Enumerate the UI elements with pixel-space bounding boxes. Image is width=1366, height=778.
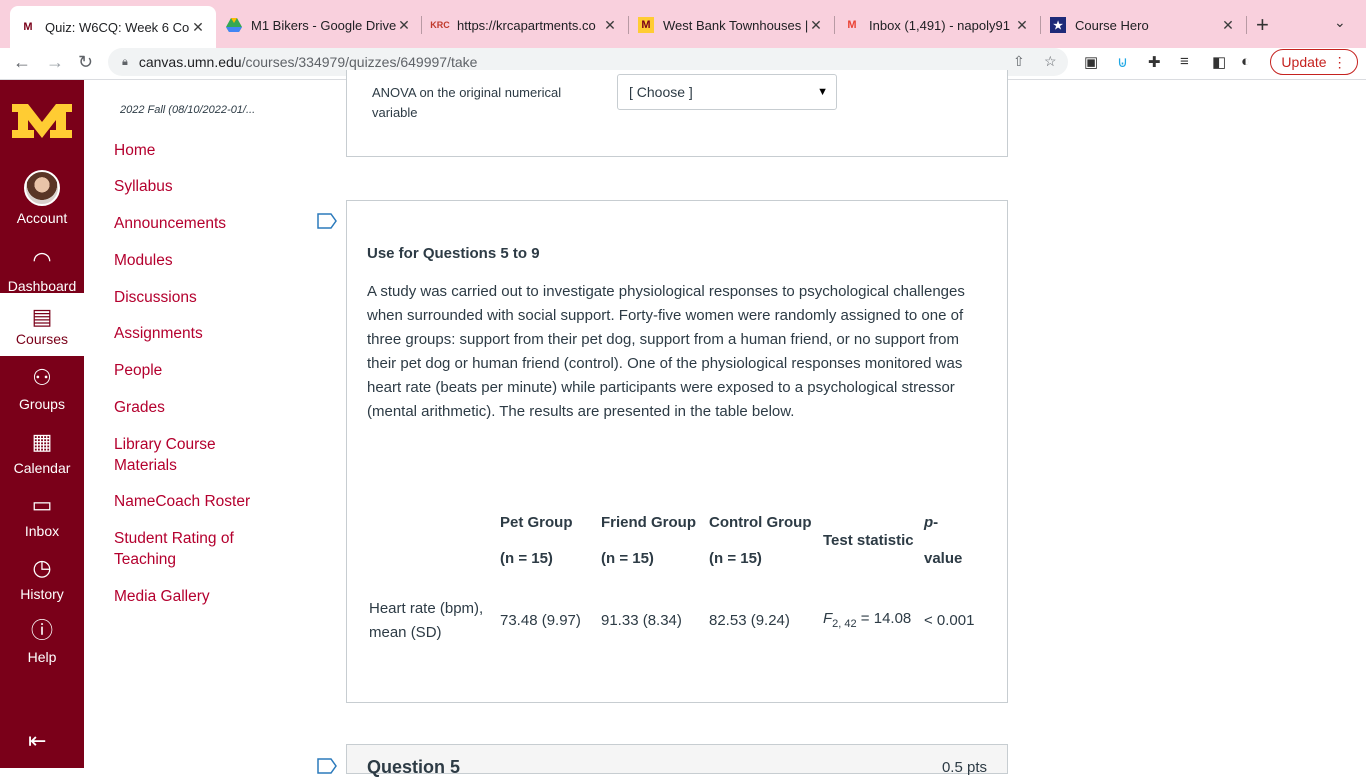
course-nav-namecoach[interactable]: NameCoach Roster — [114, 491, 250, 512]
close-tab-icon[interactable]: ✕ — [602, 17, 618, 34]
course-nav-discussions[interactable]: Discussions — [114, 287, 197, 308]
course-nav-student-rating[interactable]: Student Rating of Teaching — [114, 528, 254, 570]
course-nav-announcements[interactable]: Announcements — [114, 213, 226, 234]
close-tab-icon[interactable]: ✕ — [1014, 17, 1030, 34]
extension-icon[interactable]: ▣ — [1084, 53, 1098, 71]
reload-icon[interactable]: ↻ — [78, 52, 93, 73]
browser-tab[interactable]: ★ Course Hero ✕ — [1040, 8, 1246, 42]
answer-select[interactable]: [ Choose ] ▼ — [617, 74, 837, 110]
nav-calendar[interactable]: ▦ Calendar — [0, 428, 84, 476]
matching-row-label: ANOVA on the original numerical variable — [372, 85, 562, 120]
global-navigation: Account ◠ Dashboard ▤ Courses ⚇ Groups ▦… — [0, 80, 84, 768]
bookmark-flag-icon[interactable] — [317, 213, 337, 229]
courses-icon: ▤ — [31, 304, 53, 329]
close-tab-icon[interactable]: ✕ — [396, 17, 412, 34]
course-nav-home[interactable]: Home — [114, 140, 155, 161]
course-nav-media-gallery[interactable]: Media Gallery — [114, 586, 210, 607]
puzzle-icon[interactable]: ✚ — [1148, 53, 1161, 71]
nav-account[interactable]: Account — [0, 170, 84, 226]
table-header-row: Pet Group (n = 15) Friend Group (n = 15) C… — [367, 505, 982, 577]
back-arrow-icon[interactable]: ← — [13, 52, 31, 73]
stimulus-card: Use for Questions 5 to 9 A study was car… — [346, 200, 1008, 703]
browser-tab-bar: M Quiz: W6CQ: Week 6 Co ✕ M1 Bikers - Go… — [0, 0, 1366, 48]
bookmark-flag-icon[interactable] — [317, 758, 337, 774]
table-cell: 91.33 (8.34) — [601, 612, 682, 629]
nav-history[interactable]: ◷ History — [0, 554, 84, 602]
test-statistic-header: Test statistic — [823, 532, 914, 549]
course-nav-people[interactable]: People — [114, 360, 162, 381]
chevron-down-icon[interactable]: ⌄ — [1334, 14, 1346, 31]
course-nav-grades[interactable]: Grades — [114, 397, 165, 418]
dashboard-icon: ◠ — [32, 247, 52, 272]
lock-icon: 🔒︎ — [122, 55, 128, 68]
nav-help[interactable]: ⓘ Help — [0, 617, 84, 665]
results-table: Pet Group (n = 15) Friend Group (n = 15) C… — [367, 505, 982, 645]
browser-tab[interactable]: M1 Bikers - Google Drive ✕ — [216, 8, 422, 42]
gmail-icon: M — [847, 19, 857, 31]
course-nav-assignments[interactable]: Assignments — [114, 323, 203, 344]
stimulus-paragraph: A study was carried out to investigate p… — [367, 283, 965, 420]
nav-groups[interactable]: ⚇ Groups — [0, 364, 84, 412]
side-panel-icon[interactable]: ◧ — [1212, 53, 1226, 71]
krc-icon: KRC — [430, 20, 450, 30]
pvalue-header: p-value — [924, 514, 963, 567]
inbox-icon: ▭ — [31, 492, 53, 517]
media-controls-icon[interactable]: ≡ — [1180, 53, 1189, 70]
more-menu-icon: ⋮ — [1332, 53, 1347, 70]
table-row: Heart rate (bpm), mean (SD) 73.48 (9.97)… — [367, 597, 982, 645]
umn-logo-icon[interactable] — [10, 100, 74, 142]
close-tab-icon[interactable]: ✕ — [190, 19, 206, 36]
course-navigation: 2022 Fall (08/10/2022-01/... Home Syllab… — [84, 80, 346, 768]
test-statistic-cell: F2, 42 = 14.08 — [823, 609, 912, 630]
previous-question-card: ANOVA on the original numerical variable… — [346, 70, 1008, 157]
share-icon[interactable]: ⇧ — [1013, 53, 1025, 70]
course-hero-icon: ★ — [1050, 17, 1066, 33]
stimulus-heading: Use for Questions 5 to 9 — [367, 245, 540, 262]
update-button[interactable]: Update ⋮ — [1270, 49, 1358, 75]
umn-logo-icon: M — [638, 17, 654, 33]
row-label: Heart rate (bpm), mean (SD) — [369, 600, 484, 641]
term-label: 2022 Fall (08/10/2022-01/... — [120, 104, 256, 116]
chevron-down-icon: ▼ — [817, 86, 828, 98]
question-5-header: Question 5 0.5 pts — [346, 744, 1008, 777]
nav-courses[interactable]: ▤ Courses — [0, 293, 84, 356]
google-drive-icon — [226, 17, 242, 33]
nav-dashboard[interactable]: ◠ Dashboard — [0, 246, 84, 294]
star-icon[interactable]: ☆ — [1044, 53, 1057, 70]
browser-tab[interactable]: M Inbox (1,491) - napoly91 ✕ — [834, 8, 1040, 42]
calendar-icon: ▦ — [31, 429, 53, 454]
forward-arrow-icon[interactable]: → — [46, 52, 64, 73]
history-icon: ◷ — [32, 555, 52, 580]
new-tab-icon[interactable]: + — [1256, 12, 1269, 38]
extension-icon[interactable]: ⊍ — [1117, 53, 1128, 71]
nav-inbox[interactable]: ▭ Inbox — [0, 491, 84, 539]
table-cell: 73.48 (9.97) — [500, 612, 581, 629]
close-tab-icon[interactable]: ✕ — [808, 17, 824, 34]
help-icon: ⓘ — [30, 618, 53, 643]
pvalue-cell: < 0.001 — [924, 612, 975, 629]
collapse-nav-icon[interactable]: ⇤ — [28, 728, 46, 754]
browser-tab[interactable]: M West Bank Townhouses | ✕ — [628, 8, 834, 42]
table-cell: 82.53 (9.24) — [709, 612, 790, 629]
browser-tab[interactable]: M Quiz: W6CQ: Week 6 Co ✕ — [10, 6, 216, 48]
umn-logo-icon: M — [23, 21, 33, 33]
avatar — [24, 170, 60, 206]
browser-tab[interactable]: KRC https://krcapartments.co ✕ — [422, 8, 628, 42]
profile-avatar-icon[interactable]: ◐ — [1241, 53, 1250, 70]
groups-icon: ⚇ — [32, 365, 52, 390]
close-tab-icon[interactable]: ✕ — [1220, 17, 1236, 34]
course-nav-modules[interactable]: Modules — [114, 250, 173, 271]
course-nav-syllabus[interactable]: Syllabus — [114, 176, 173, 197]
course-nav-library[interactable]: Library Course Materials — [114, 434, 254, 476]
